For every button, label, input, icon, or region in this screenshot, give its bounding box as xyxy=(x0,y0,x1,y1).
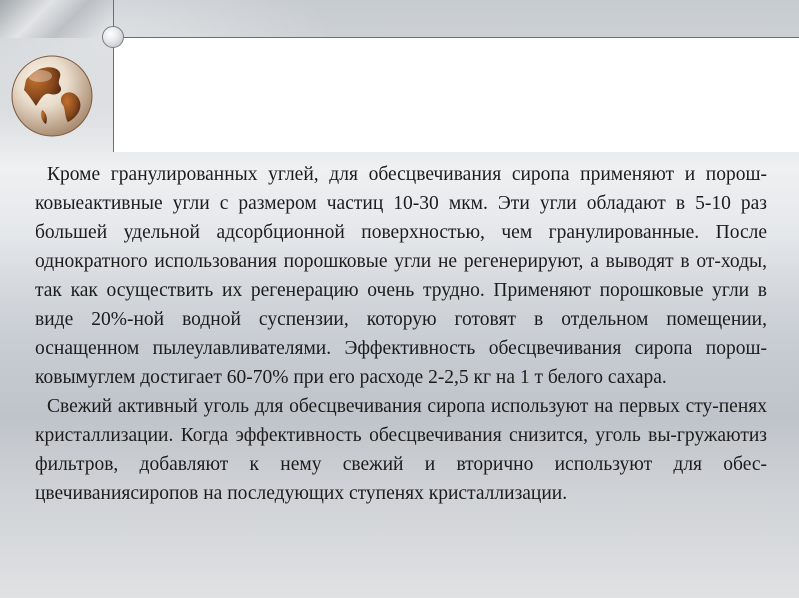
slide: Кроме гранулированных углей, для обесцве… xyxy=(0,0,799,598)
body-text: Кроме гранулированных углей, для обесцве… xyxy=(35,160,767,508)
horizontal-rule xyxy=(113,37,799,38)
vertical-rule xyxy=(113,0,114,152)
circle-dot-icon xyxy=(102,26,124,48)
paragraph-powdered-coal: Кроме гранулированных углей, для обесцве… xyxy=(35,164,767,388)
corner-decoration xyxy=(0,0,113,38)
globe-icon xyxy=(6,50,98,142)
title-panel xyxy=(113,38,799,152)
paragraph-fresh-coal: Свежий активный уголь для обесцвечивания… xyxy=(35,396,767,504)
